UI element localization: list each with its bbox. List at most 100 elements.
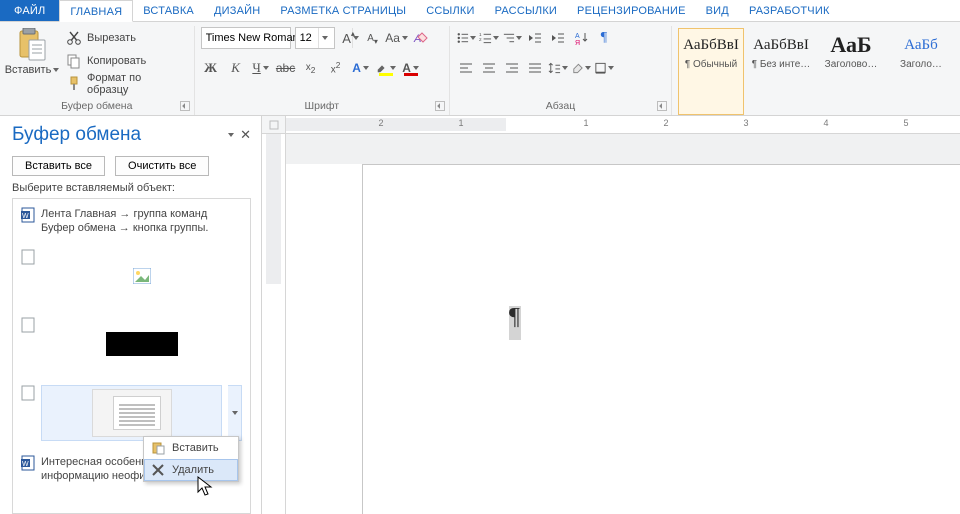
svg-text:Я: Я [575, 40, 580, 45]
paste-icon [17, 28, 47, 62]
clipboard-launcher-icon[interactable] [180, 101, 190, 111]
style-name-label: Заголово… [825, 59, 878, 70]
style-normal[interactable]: АаБбВвІ ¶ Обычный [678, 28, 744, 115]
pane-title: Буфер обмена [12, 124, 141, 146]
multilevel-button[interactable] [502, 28, 522, 48]
format-painter-label: Формат по образцу [87, 72, 186, 96]
shading-button[interactable] [571, 58, 591, 78]
underline-button[interactable]: Ч [251, 58, 271, 78]
page-gap [286, 134, 960, 164]
borders-button[interactable] [594, 58, 614, 78]
tab-view[interactable]: ВИД [696, 0, 739, 21]
clip-text: Лента Главная → группа команд Буфер обме… [41, 207, 242, 235]
tab-references[interactable]: ССЫЛКИ [416, 0, 484, 21]
font-color-button[interactable]: A [401, 58, 421, 78]
style-name-label: ¶ Обычный [685, 59, 737, 70]
tab-mailings[interactable]: РАССЫЛКИ [485, 0, 567, 21]
word-badge-icon: W [21, 207, 35, 223]
svg-text:2: 2 [479, 37, 482, 42]
clear-format-button[interactable]: A [411, 28, 431, 48]
style-preview: АаБбВвІ [683, 31, 739, 59]
ruler-vertical[interactable] [262, 134, 286, 514]
ctx-paste[interactable]: Вставить [144, 437, 238, 459]
tab-design[interactable]: ДИЗАЙН [204, 0, 270, 21]
copy-button[interactable]: Копировать [64, 51, 188, 71]
align-left-button[interactable] [456, 58, 476, 78]
align-center-button[interactable] [479, 58, 499, 78]
font-size-drop-icon[interactable] [318, 28, 332, 48]
word-badge-icon: W [21, 455, 35, 471]
tab-developer[interactable]: РАЗРАБОТЧИК [739, 0, 840, 21]
clip-item-drop-icon[interactable] [228, 385, 242, 441]
black-rect-thumb [106, 332, 178, 356]
indent-dec-button[interactable] [525, 28, 545, 48]
clip-item-shape[interactable] [17, 313, 246, 375]
cut-button[interactable]: Вырезать [64, 28, 188, 48]
style-heading1[interactable]: АаБ Заголово… [818, 28, 884, 115]
group-font: A▴ A▾ Aa A Ж К Ч abc x2 x2 A A Шрифт [195, 26, 450, 115]
ruler-horizontal[interactable]: 1 2 1 2 3 4 5 6 [286, 116, 960, 134]
indent-inc-button[interactable] [548, 28, 568, 48]
bold-button[interactable]: Ж [201, 58, 221, 78]
style-preview: АаБбВвІ [753, 31, 809, 59]
paste-small-icon [150, 440, 166, 456]
format-painter-button[interactable]: Формат по образцу [64, 74, 188, 94]
ctx-paste-label: Вставить [172, 442, 219, 454]
brush-icon [66, 76, 82, 92]
ctx-delete-label: Удалить [172, 464, 214, 476]
font-name-combo[interactable] [201, 27, 291, 49]
ruler-corner[interactable] [262, 116, 286, 134]
group-clipboard: Вставить Вырезать Копировать Формат по о… [0, 26, 195, 115]
image-badge-icon [21, 317, 35, 333]
pane-options-icon[interactable] [228, 133, 234, 137]
style-name-label: ¶ Без инте… [752, 59, 811, 70]
style-no-spacing[interactable]: АаБбВвІ ¶ Без инте… [748, 28, 814, 115]
paste-button[interactable]: Вставить [6, 26, 58, 78]
clip-item-image[interactable] [17, 245, 246, 307]
ribbon: Вставить Вырезать Копировать Формат по о… [0, 22, 960, 116]
bullets-button[interactable] [456, 28, 476, 48]
caret-icon [53, 68, 59, 72]
highlight-button[interactable] [376, 58, 396, 78]
scissors-icon [66, 30, 82, 46]
tab-page-layout[interactable]: РАЗМЕТКА СТРАНИЦЫ [270, 0, 416, 21]
style-heading2[interactable]: АаБб Заголо… [888, 28, 954, 115]
svg-text:W: W [22, 213, 29, 220]
pilcrow-mark: ¶ [509, 304, 520, 331]
paragraph-launcher-icon[interactable] [657, 101, 667, 111]
pane-hint: Выберите вставляемый объект: [12, 182, 251, 194]
pane-close-icon[interactable]: ✕ [240, 127, 251, 143]
align-right-button[interactable] [502, 58, 522, 78]
change-case-button[interactable]: Aa [387, 28, 407, 48]
tab-home[interactable]: ГЛАВНАЯ [59, 0, 133, 22]
group-paragraph: 12 AЯ ¶ Абзац [450, 26, 672, 115]
group-styles: АаБбВвІ ¶ Обычный АаБбВвІ ¶ Без инте… Аа… [672, 26, 960, 115]
ribbon-tabs: ФАЙЛ ГЛАВНАЯ ВСТАВКА ДИЗАЙН РАЗМЕТКА СТР… [0, 0, 960, 22]
text-effects-button[interactable]: A [351, 58, 371, 78]
clear-all-button[interactable]: Очистить все [115, 156, 209, 176]
italic-button[interactable]: К [226, 58, 246, 78]
cut-label: Вырезать [87, 32, 136, 44]
numbering-button[interactable]: 12 [479, 28, 499, 48]
clip-item-text[interactable]: W Лента Главная → группа команд Буфер об… [17, 203, 246, 239]
show-marks-button[interactable]: ¶ [594, 28, 614, 48]
superscript-button[interactable]: x2 [326, 58, 346, 78]
grow-font-button[interactable]: A▴ [339, 28, 359, 48]
tab-insert[interactable]: ВСТАВКА [133, 0, 204, 21]
paste-all-button[interactable]: Вставить все [12, 156, 105, 176]
font-size-combo[interactable] [295, 27, 335, 49]
context-menu: Вставить Удалить [143, 436, 239, 482]
document-area[interactable]: 1 2 1 2 3 4 5 6 ¶ [262, 116, 960, 514]
font-size-input[interactable] [296, 28, 318, 48]
tab-file[interactable]: ФАЙЛ [0, 0, 59, 21]
ctx-delete[interactable]: Удалить [144, 459, 238, 481]
sort-button[interactable]: AЯ [571, 28, 591, 48]
subscript-button[interactable]: x2 [301, 58, 321, 78]
tab-review[interactable]: РЕЦЕНЗИРОВАНИЕ [567, 0, 696, 21]
font-launcher-icon[interactable] [435, 101, 445, 111]
page[interactable] [362, 164, 960, 514]
shrink-font-button[interactable]: A▾ [363, 28, 383, 48]
strike-button[interactable]: abc [276, 58, 296, 78]
align-justify-button[interactable] [525, 58, 545, 78]
line-spacing-button[interactable] [548, 58, 568, 78]
